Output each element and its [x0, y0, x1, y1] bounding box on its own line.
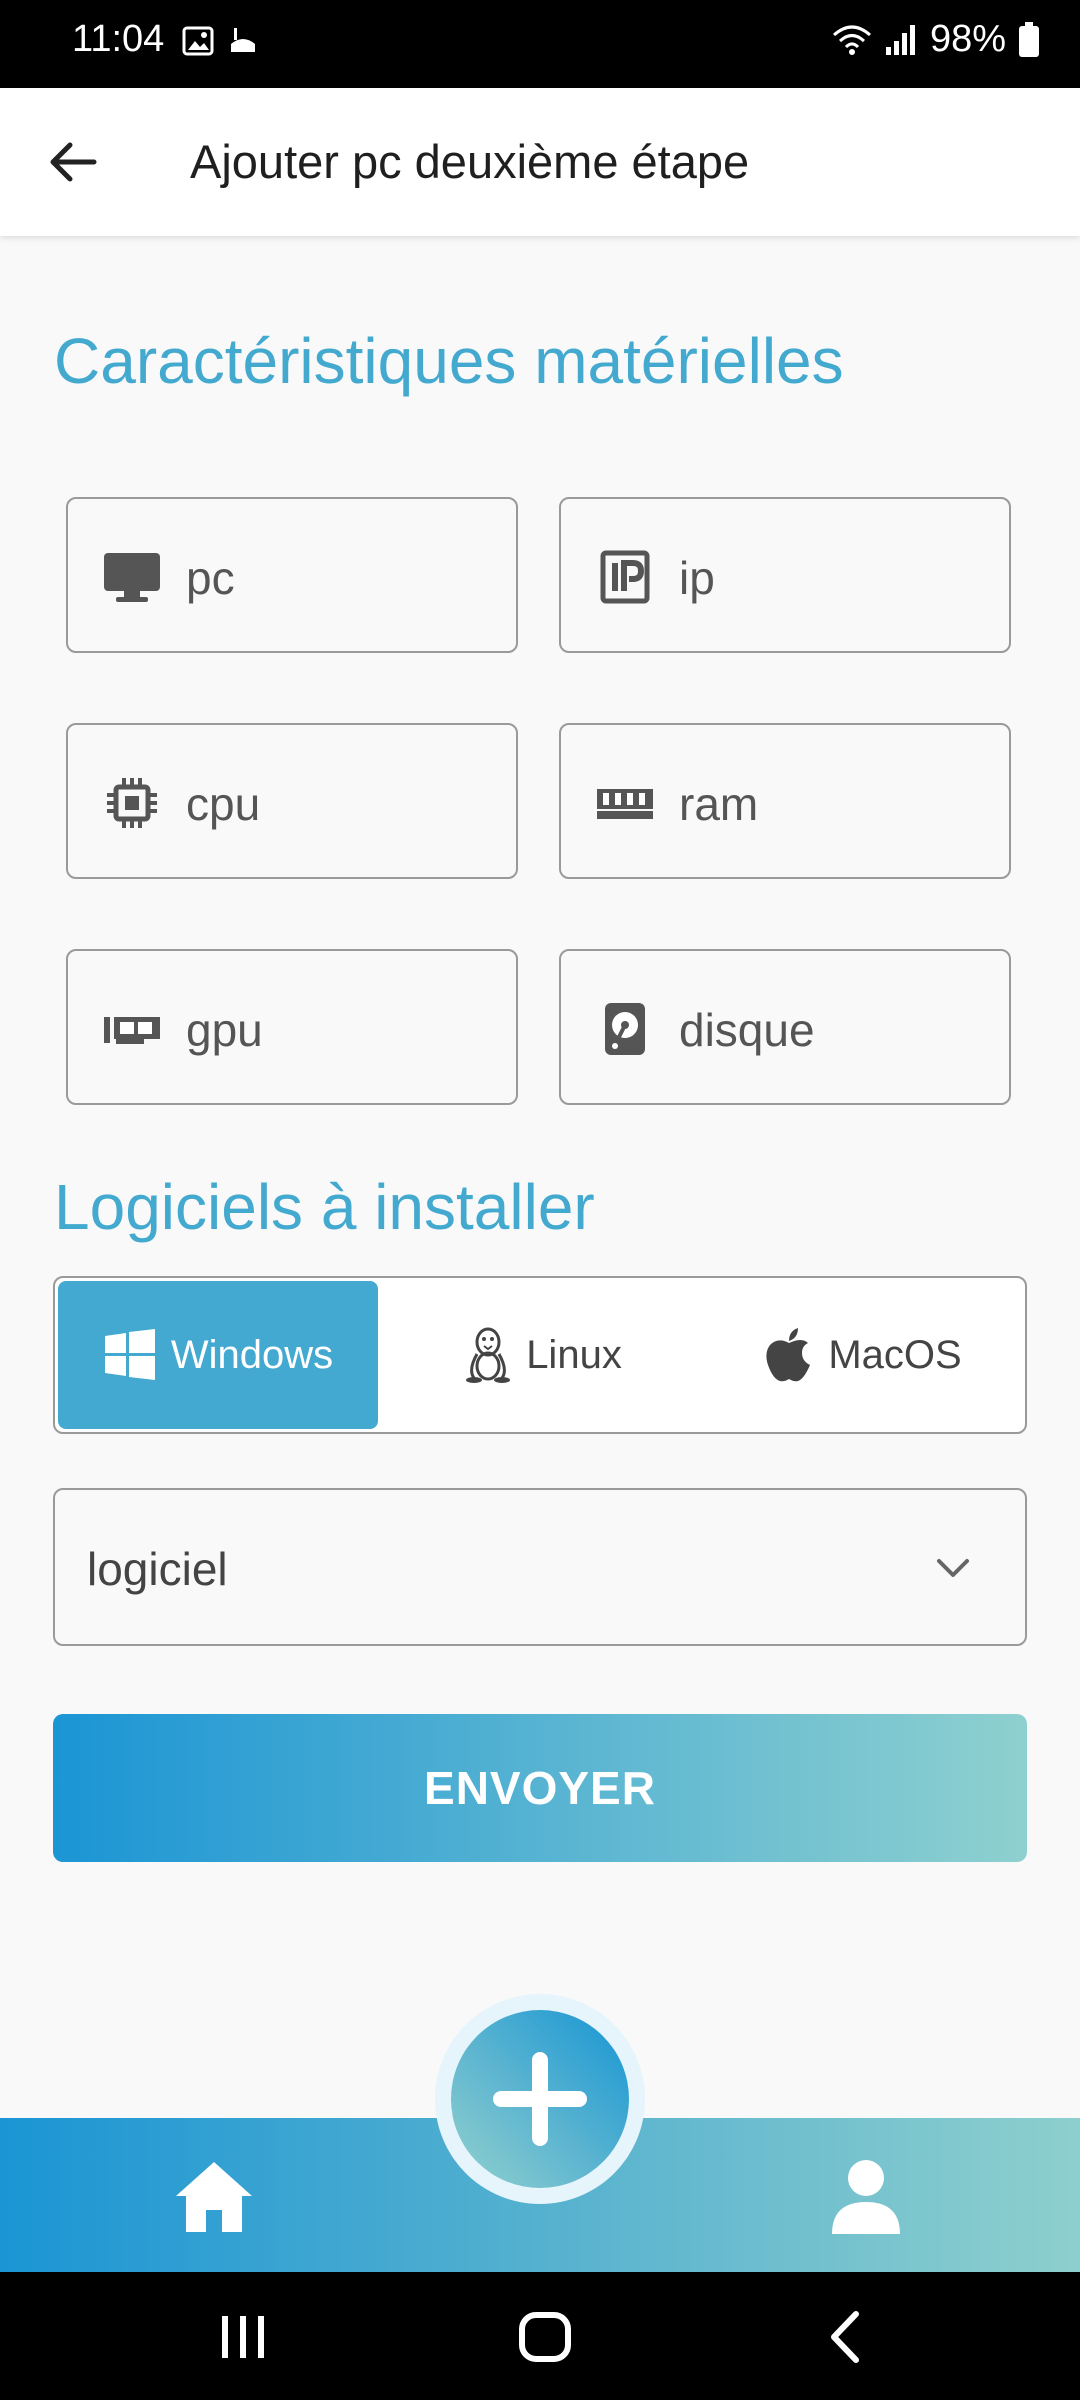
os-option-macos[interactable]: MacOS	[708, 1281, 1018, 1429]
apple-icon	[766, 1328, 811, 1382]
recent-apps-icon[interactable]	[208, 2302, 278, 2372]
ip-field[interactable]: ip	[559, 497, 1011, 653]
cpu-icon	[107, 778, 157, 828]
windows-icon	[104, 1329, 155, 1380]
linux-icon	[466, 1327, 511, 1383]
battery-percent: 98%	[929, 18, 1006, 60]
disk-field-label: disque	[679, 1004, 815, 1056]
status-right: 98%	[832, 18, 1040, 61]
home-nav-icon[interactable]	[510, 2302, 580, 2372]
ram-icon	[597, 789, 653, 819]
add-fab-button[interactable]	[451, 2010, 629, 2188]
cpu-field-label: cpu	[186, 778, 261, 830]
system-nav-bar	[0, 2272, 1080, 2400]
plus-icon	[493, 2052, 587, 2146]
profile-icon[interactable]	[824, 2154, 908, 2238]
page-title: Ajouter pc deuxième étape	[190, 135, 750, 188]
app-bar: Ajouter pc deuxième étape	[0, 88, 1080, 236]
submit-button[interactable]: ENVOYER	[53, 1714, 1027, 1862]
app-notification-icon	[231, 28, 255, 52]
chevron-down-icon	[937, 1559, 969, 1577]
os-option-linux[interactable]: Linux	[388, 1281, 698, 1429]
software-section-title: Logiciels à installer	[54, 1171, 595, 1243]
pc-field[interactable]: pc	[66, 497, 518, 653]
back-nav-icon[interactable]	[812, 2302, 882, 2372]
image-notification-icon	[182, 26, 214, 56]
disk-icon	[605, 1003, 645, 1055]
monitor-icon	[104, 553, 160, 602]
os-toggle-group: Windows Linux MacOS	[53, 1276, 1027, 1434]
home-icon[interactable]	[172, 2154, 256, 2238]
gpu-field[interactable]: gpu	[66, 949, 518, 1105]
status-time: 11:04	[72, 18, 165, 60]
gpu-field-label: gpu	[186, 1004, 263, 1056]
battery-icon	[1019, 21, 1039, 57]
cpu-field[interactable]: cpu	[66, 723, 518, 879]
os-option-label: MacOS	[828, 1332, 962, 1377]
ram-field-label: ram	[679, 778, 759, 830]
disk-field[interactable]: disque	[559, 949, 1011, 1105]
ram-field[interactable]: ram	[559, 723, 1011, 879]
wifi-icon	[832, 25, 871, 55]
ip-field-label: ip	[679, 552, 715, 604]
hardware-section-title: Caractéristiques matérielles	[54, 325, 844, 397]
gpu-icon	[104, 1017, 160, 1044]
signal-icon	[885, 24, 915, 55]
os-option-label: Windows	[170, 1332, 334, 1377]
os-option-label: Linux	[526, 1332, 622, 1377]
os-option-windows[interactable]: Windows	[58, 1281, 378, 1429]
pc-field-label: pc	[186, 552, 235, 604]
notification-icons	[182, 26, 258, 56]
ip-icon	[600, 550, 650, 604]
software-dropdown-label: logiciel	[87, 1543, 228, 1595]
software-dropdown[interactable]: logiciel	[53, 1488, 1027, 1646]
status-bar: 11:04 98%	[0, 0, 1080, 88]
back-arrow-icon[interactable]	[44, 132, 104, 192]
